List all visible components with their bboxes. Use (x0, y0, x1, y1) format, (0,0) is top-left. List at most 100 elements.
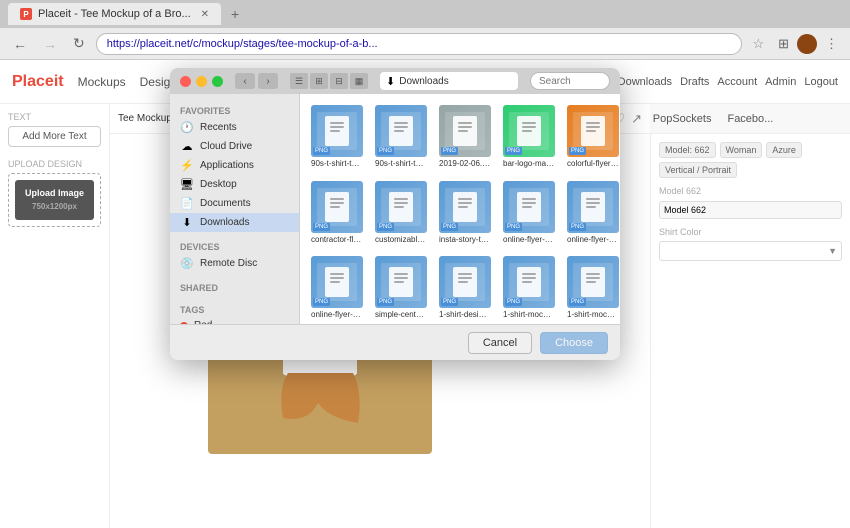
sidebar-item-desktop[interactable]: 🖥 Desktop (170, 175, 299, 194)
file-name: insta-story-templat...406.png (439, 235, 491, 245)
red-dot-icon (180, 322, 188, 325)
file-thumbnail: PNG (567, 181, 619, 233)
color-picker-bar[interactable]: ▼ (659, 241, 842, 261)
file-thumbnail: PNG (375, 256, 427, 308)
nav-drafts[interactable]: Drafts (680, 76, 709, 88)
dialog-forward-button[interactable]: › (258, 73, 278, 89)
left-panel: Text Add More Text Upload Design Upload … (0, 104, 110, 528)
file-thumbnail: PNG (375, 181, 427, 233)
add-text-button[interactable]: Add More Text (8, 126, 101, 147)
cat-facebook[interactable]: Facebo... (719, 104, 781, 133)
file-thumbnail: PNG (439, 105, 491, 157)
file-item[interactable]: PNG 90s-t-shirt-template-all.png (372, 102, 430, 172)
png-badge: PNG (441, 298, 458, 306)
location-icon: ⬇ (386, 75, 395, 88)
sidebar-tag-red[interactable]: Red (170, 317, 299, 324)
tag-woman[interactable]: Woman (720, 142, 763, 158)
file-thumbnail: PNG (311, 256, 363, 308)
active-tab[interactable]: P Placeit - Tee Mockup of a Bro... ✕ (8, 3, 221, 25)
menu-icon[interactable]: ⋮ (821, 34, 842, 54)
file-item[interactable]: PNG colorful-flyer-maker-f...119c.png (564, 102, 620, 172)
dialog-search-input[interactable] (530, 72, 610, 90)
close-dot[interactable] (180, 76, 191, 87)
png-badge: PNG (377, 223, 394, 231)
upload-label: Upload Design (8, 159, 101, 169)
file-item[interactable]: PNG online-flyer-maker-f...434f.png (500, 178, 558, 248)
minimize-dot[interactable] (196, 76, 207, 87)
file-dialog: ‹ › ☰ ⊞ ⊟ ▦ ⬇ Downloads F (170, 68, 620, 360)
choose-button[interactable]: Choose (540, 332, 608, 354)
file-item[interactable]: PNG 1-shirt-design-signed...832.png (436, 253, 494, 323)
png-badge: PNG (377, 298, 394, 306)
file-item[interactable]: PNG 2019-02-06.png (436, 102, 494, 172)
file-item[interactable]: PNG 90s-t-shirt-templat...8 (2).png (308, 102, 366, 172)
downloads-label: Downloads (200, 217, 249, 228)
browser-toolbar: ← → ↻ https://placeit.net/c/mockup/stage… (0, 28, 850, 60)
file-item[interactable]: PNG insta-story-templat...406.png (436, 178, 494, 248)
nav-admin[interactable]: Admin (765, 76, 796, 88)
column-view-button[interactable]: ⊟ (330, 73, 348, 89)
maximize-dot[interactable] (212, 76, 223, 87)
png-badge: PNG (569, 147, 586, 155)
file-thumbnail: PNG (503, 256, 555, 308)
address-bar[interactable]: https://placeit.net/c/mockup/stages/tee-… (96, 33, 743, 55)
file-thumbnail: PNG (439, 256, 491, 308)
remote-disc-icon: 💿 (180, 257, 194, 270)
sidebar-item-cloud-drive[interactable]: ☁ Cloud Drive (170, 137, 299, 156)
forward-button[interactable]: → (38, 34, 62, 54)
sidebar-item-remote-disc[interactable]: 💿 Remote Disc (170, 254, 299, 273)
tag-azure[interactable]: Azure (766, 142, 802, 158)
share-icon[interactable]: ↗ (631, 111, 642, 127)
cat-popsockets[interactable]: PopSockets (645, 104, 720, 133)
tag-model[interactable]: Model: 662 (659, 142, 716, 158)
tags-section: Model: 662 Woman Azure Vertical / Portra… (659, 142, 842, 178)
file-item[interactable]: PNG online-flyer-maker-f...85e.png (564, 178, 620, 248)
model-select[interactable] (659, 201, 842, 219)
nav-downloads[interactable]: Downloads (618, 76, 672, 88)
documents-label: Documents (200, 198, 251, 209)
file-item[interactable]: PNG customizable-flyer-le...119c.png (372, 178, 430, 248)
sidebar-item-downloads[interactable]: ⬇ Downloads (170, 213, 299, 232)
desktop-icon: 🖥 (180, 178, 194, 191)
nav-account[interactable]: Account (717, 76, 757, 88)
sidebar-item-applications[interactable]: ⚡ Applications (170, 156, 299, 175)
bookmark-star-icon[interactable]: ☆ (748, 36, 768, 52)
png-badge: PNG (505, 147, 522, 155)
file-item[interactable]: PNG contractor-flyer-design-t...856.png (308, 178, 366, 248)
nav-logout[interactable]: Logout (804, 76, 838, 88)
png-badge: PNG (441, 223, 458, 231)
file-item[interactable]: PNG 1-shirt-mockup-of-a-ma...11b.png (500, 253, 558, 323)
nav-mockups[interactable]: Mockups (78, 75, 126, 89)
gallery-view-button[interactable]: ▦ (350, 73, 368, 89)
file-name: colorful-flyer-maker-f...119c.png (567, 159, 619, 169)
extensions-icon[interactable]: ⊞ (774, 34, 793, 54)
tag-portrait[interactable]: Vertical / Portrait (659, 162, 737, 178)
sidebar-item-recents[interactable]: 🕐 Recents (170, 118, 299, 137)
grid-view-button[interactable]: ⊞ (310, 73, 328, 89)
file-item[interactable]: PNG 1-shirt-mockup-of-a-me...566.png (564, 253, 620, 323)
sidebar-item-documents[interactable]: 📄 Documents (170, 194, 299, 213)
favorites-header: Favorites (170, 102, 299, 118)
refresh-button[interactable]: ↻ (68, 33, 90, 54)
list-view-button[interactable]: ☰ (290, 73, 308, 89)
tab-title: Placeit - Tee Mockup of a Bro... (38, 8, 191, 20)
png-badge: PNG (505, 298, 522, 306)
tab-close-icon[interactable]: ✕ (201, 9, 209, 20)
file-thumbnail: PNG (439, 181, 491, 233)
upload-design-box[interactable]: Upload Image 750x1200px (8, 173, 101, 227)
site-logo[interactable]: Placeit (12, 73, 64, 91)
desktop-label: Desktop (200, 179, 237, 190)
dialog-nav-buttons: ‹ › (235, 73, 278, 89)
new-tab-button[interactable]: + (225, 4, 245, 24)
file-item[interactable]: PNG online-flyer-maker-f...088.png (308, 253, 366, 323)
file-item[interactable]: PNG bar-logo-maker-for-a-be...59b.png (500, 102, 558, 172)
dialog-back-button[interactable]: ‹ (235, 73, 255, 89)
tags-header: Tags (170, 301, 299, 317)
file-name: online-flyer-maker-f...088.png (311, 310, 363, 320)
profile-avatar[interactable] (797, 34, 817, 54)
cancel-button[interactable]: Cancel (468, 332, 532, 354)
back-button[interactable]: ← (8, 34, 32, 54)
file-item[interactable]: PNG simple-center-aligned...119e.png (372, 253, 430, 323)
browser-chrome: P Placeit - Tee Mockup of a Bro... ✕ + ←… (0, 0, 850, 60)
png-badge: PNG (505, 223, 522, 231)
